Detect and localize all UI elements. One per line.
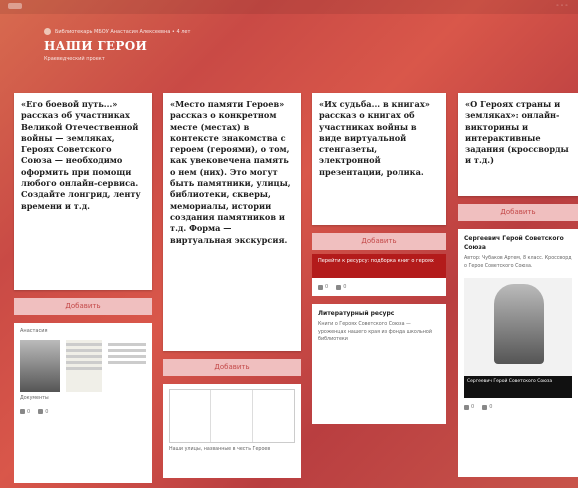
column-header-card: «Место памяти Героев» рассказ о конкретн…: [163, 93, 301, 351]
add-post-button[interactable]: Добавить: [312, 233, 446, 250]
column-description: «Его боевой путь...» рассказ об участник…: [21, 99, 141, 211]
add-post-button[interactable]: Добавить: [14, 298, 152, 315]
post-title: Литературный ресурс: [318, 310, 395, 317]
document-table-thumbnail[interactable]: [169, 389, 295, 443]
comment-icon: [336, 284, 342, 290]
add-post-button[interactable]: Добавить: [163, 359, 301, 376]
column-header-card: «Их судьба... в книгах» рассказ о книгах…: [312, 93, 446, 225]
column-3: «Их судьба... в книгах» рассказ о книгах…: [312, 93, 446, 424]
thumbs-up-icon: [464, 404, 469, 410]
reactions[interactable]: 0 0: [20, 409, 146, 415]
like-button[interactable]: 0: [464, 404, 474, 410]
post-text: Книги о Героях Советского Союза — урожен…: [318, 322, 432, 342]
top-actions[interactable]: ◦ ◦ ◦: [556, 3, 568, 9]
add-post-button[interactable]: Добавить: [458, 204, 578, 221]
column-description: «Их судьба... в книгах» рассказ о книгах…: [319, 99, 430, 177]
post-image[interactable]: [20, 340, 60, 392]
link-banner[interactable]: Перейти к ресурсу: подборка книг о героя…: [312, 254, 446, 278]
column-1: «Его боевой путь...» рассказ об участник…: [14, 93, 152, 483]
document-text-preview: [108, 340, 146, 392]
thumbs-up-icon: [20, 409, 25, 414]
post-card[interactable]: Анастасия Документы 0 0: [14, 323, 152, 483]
post-image[interactable]: Сергеевич Герой Советского Союза: [464, 278, 572, 398]
document-thumbnail[interactable]: [66, 340, 102, 392]
avatar[interactable]: [44, 28, 51, 35]
like-button[interactable]: 0: [20, 409, 30, 415]
top-bar: ◦ ◦ ◦: [0, 0, 578, 14]
column-description: «О Героях страны и земляках»: онлайн-вик…: [465, 99, 569, 166]
column-header-card: «Его боевой путь...» рассказ об участник…: [14, 93, 152, 290]
column-2: «Место памяти Героев» рассказ о конкретн…: [163, 93, 301, 478]
post-title: Сергеевич Герой Советского Союза: [464, 235, 564, 251]
comment-icon: [482, 404, 488, 410]
thumbs-up-icon: [318, 284, 323, 290]
post-caption: Документы: [20, 396, 49, 401]
like-button[interactable]: 0: [318, 284, 328, 290]
page-title: НАШИ ГЕРОИ: [44, 39, 148, 53]
post-card[interactable]: Сергеевич Герой Советского Союза Автор: …: [458, 229, 578, 477]
banner-reactions: 0 0: [312, 278, 446, 296]
post-card[interactable]: Наши улицы, названные в честь Героев: [163, 384, 301, 478]
board-header: Библиотекарь МБОУ Анастасия Алексеевна •…: [44, 28, 558, 62]
comment-button[interactable]: 0: [482, 404, 492, 410]
column-header-card: «О Героях страны и земляках»: онлайн-вик…: [458, 93, 578, 196]
comment-icon: [38, 409, 44, 414]
breadcrumb: Библиотекарь МБОУ Анастасия Алексеевна •…: [44, 28, 558, 35]
breadcrumb-text: Библиотекарь МБОУ Анастасия Алексеевна •…: [55, 28, 191, 35]
column-description: «Место памяти Героев» рассказ о конкретн…: [170, 99, 291, 245]
post-caption: Наши улицы, названные в честь Героев: [169, 447, 271, 452]
reactions[interactable]: 0 0: [464, 404, 572, 410]
padlet-logo[interactable]: [8, 3, 22, 9]
comment-button[interactable]: 0: [38, 409, 48, 415]
comment-button[interactable]: 0: [336, 284, 346, 290]
page-subtitle: Краеведческий проект: [44, 56, 105, 62]
image-caption-overlay: Сергеевич Герой Советского Союза: [464, 376, 572, 398]
reactions[interactable]: 0 0: [318, 284, 440, 290]
post-card[interactable]: Литературный ресурс Книги о Героях Совет…: [312, 304, 446, 424]
column-4: «О Героях страны и земляках»: онлайн-вик…: [458, 93, 578, 477]
post-text: Автор: Чубаков Артем, 8 класс. Кроссворд…: [464, 256, 572, 269]
post-author: Анастасия: [20, 328, 48, 334]
